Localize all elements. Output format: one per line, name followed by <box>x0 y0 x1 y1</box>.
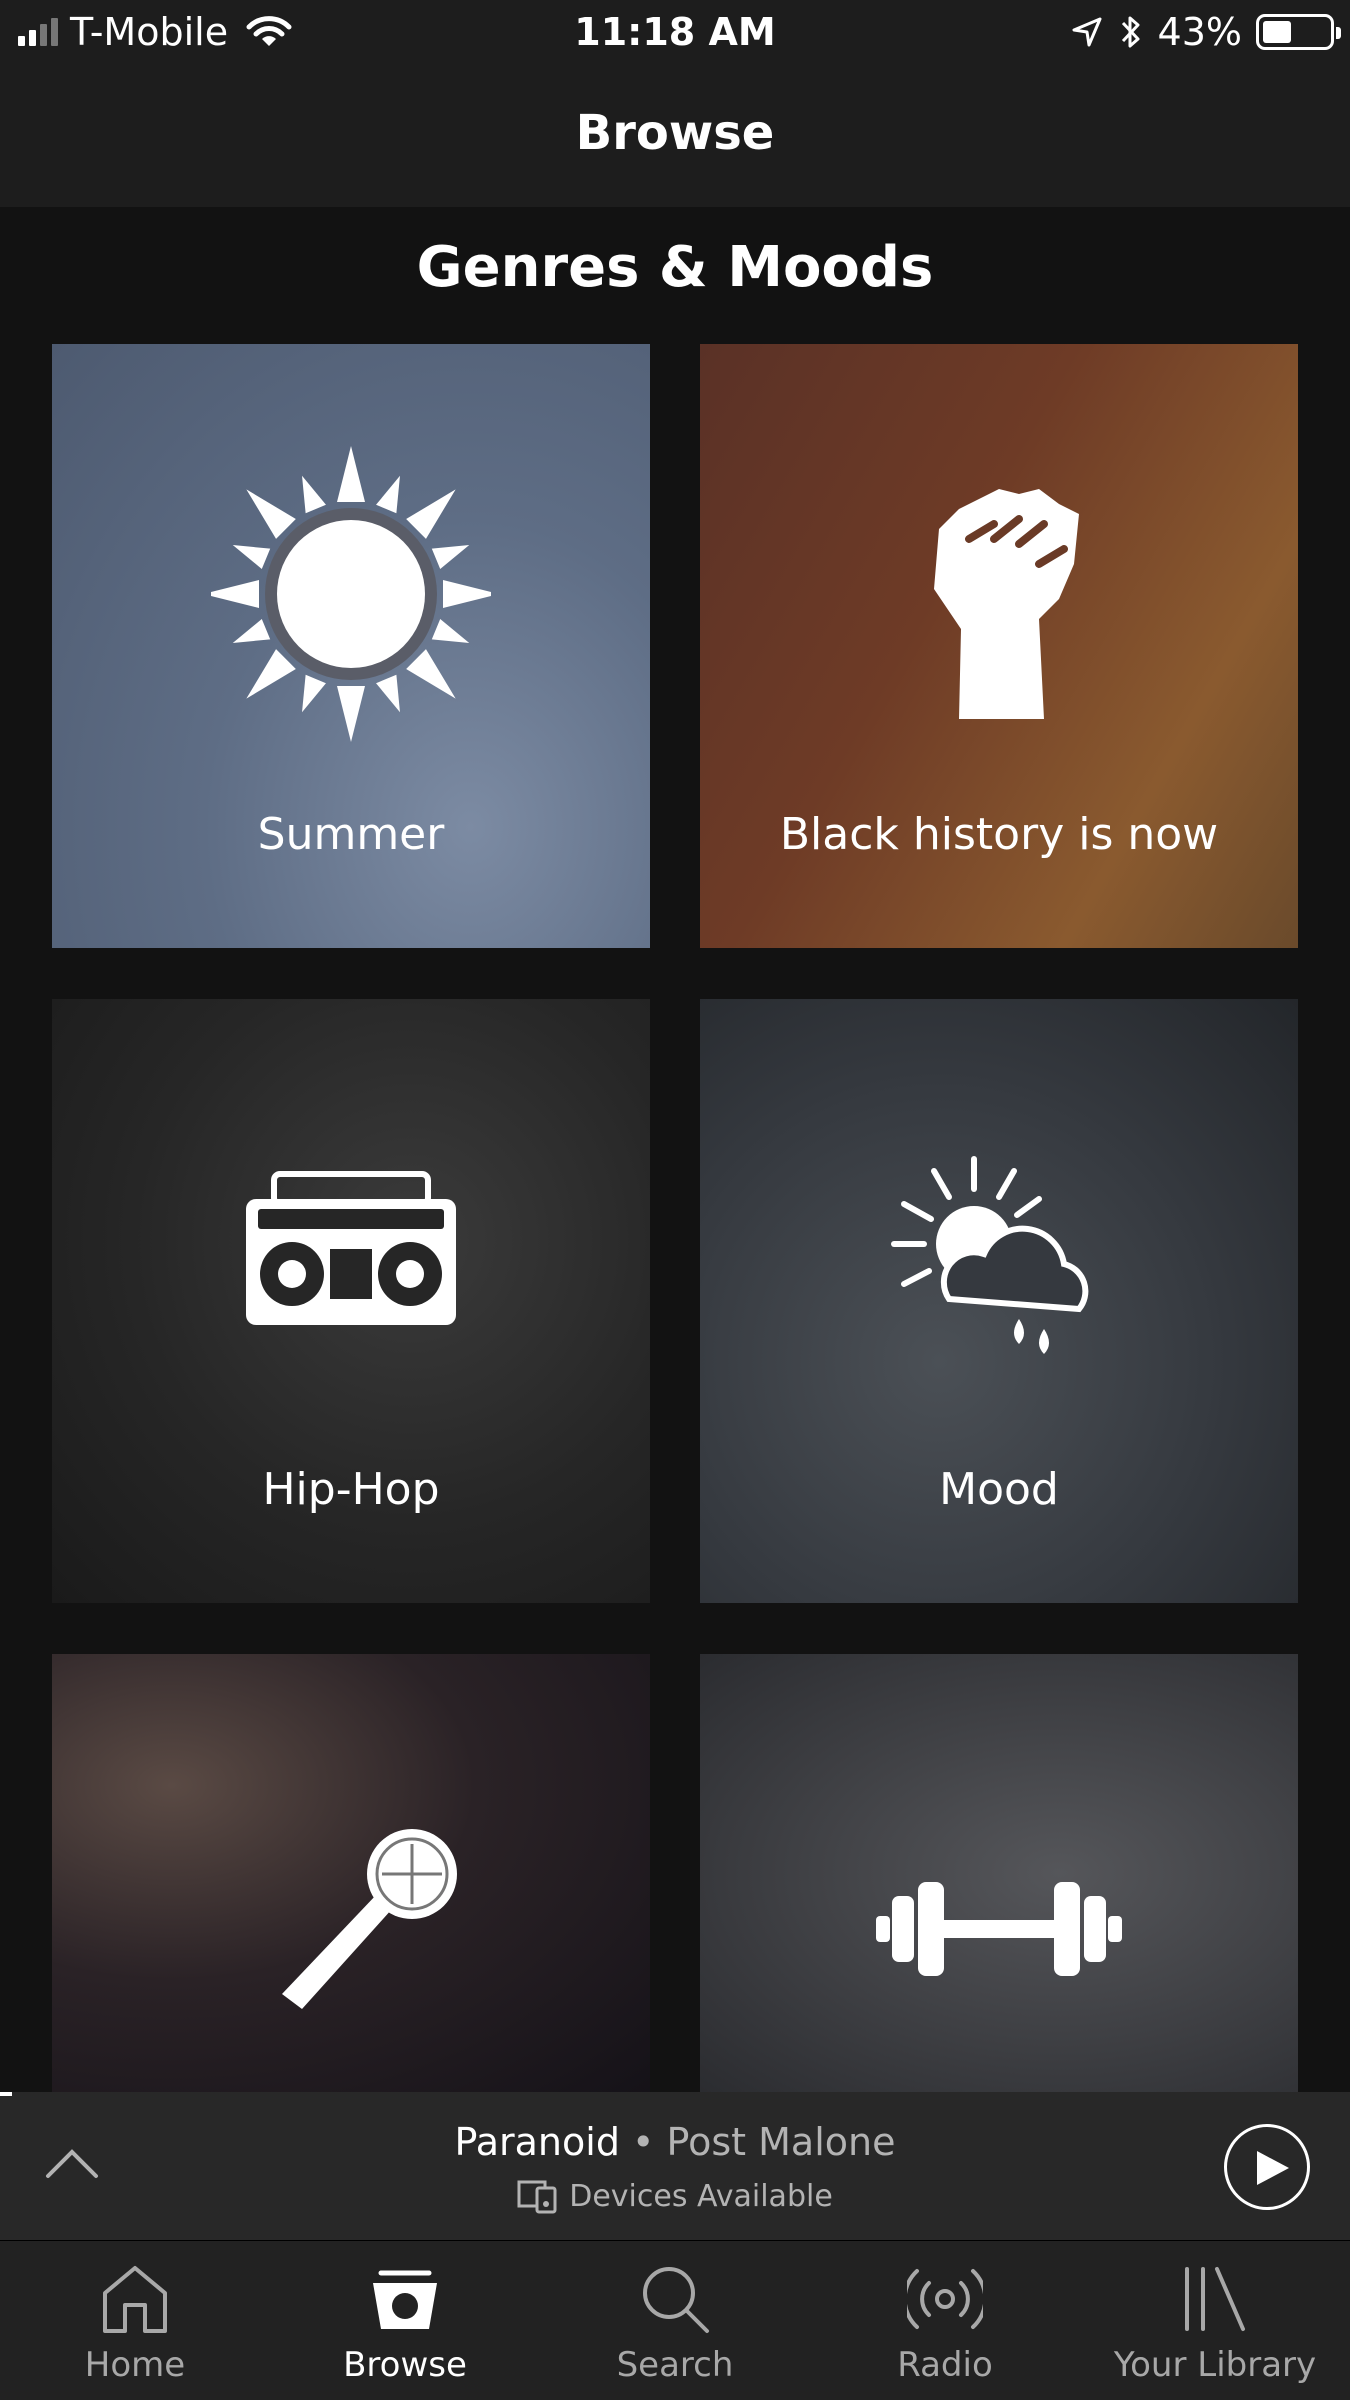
browse-icon <box>373 2270 437 2329</box>
battery-percent: 43% <box>1157 10 1242 54</box>
sun-cloud-rain-icon <box>891 1156 1089 1354</box>
tile-label: Summer <box>257 809 445 860</box>
tab-your-library[interactable]: Your Library <box>1080 2241 1350 2400</box>
tab-label: Search <box>616 2345 734 2385</box>
tab-label: Radio <box>897 2345 993 2385</box>
play-icon <box>1257 2151 1289 2185</box>
tab-radio[interactable]: Radio <box>810 2241 1080 2400</box>
tab-bar: Home Browse Search Radio Your Library <box>0 2240 1350 2400</box>
battery-icon <box>1256 14 1341 50</box>
page-title: Browse <box>575 105 775 161</box>
sun-ray <box>246 649 296 699</box>
tab-browse[interactable]: Browse <box>270 2241 540 2400</box>
tab-label: Browse <box>343 2345 467 2385</box>
devices-label: Devices Available <box>569 2178 833 2214</box>
sun-ray <box>302 475 326 514</box>
sun-ray <box>211 580 259 608</box>
status-right: 43% <box>1070 10 1341 54</box>
tile-black-history[interactable]: Black history is now <box>700 344 1298 948</box>
devices-available[interactable]: Devices Available <box>0 2178 1350 2214</box>
tile-label: Mood <box>939 1464 1059 1515</box>
home-icon <box>103 2266 167 2333</box>
track-name: Paranoid <box>454 2120 620 2164</box>
sun-ray <box>337 686 365 742</box>
sun-ray <box>431 545 470 569</box>
sun-ray <box>246 489 296 539</box>
microphone-icon <box>282 1829 457 2009</box>
battery-fill <box>1263 21 1291 43</box>
playback-progress <box>0 2092 12 2096</box>
tab-home[interactable]: Home <box>0 2241 270 2400</box>
tab-search[interactable]: Search <box>540 2241 810 2400</box>
tile-singer[interactable] <box>52 1654 650 2092</box>
sun-ray <box>406 649 456 699</box>
section-title: Genres & Moods <box>416 235 934 300</box>
tile-label: Hip-Hop <box>262 1464 440 1515</box>
dumbbell-icon <box>876 1882 1122 1976</box>
tile-hip-hop[interactable]: Hip-Hop <box>52 999 650 1603</box>
location-arrow-icon <box>1072 17 1102 47</box>
artist-name: Post Malone <box>666 2120 896 2164</box>
sun-icon <box>211 446 491 742</box>
sun-ray <box>431 619 470 643</box>
library-icon <box>1185 2267 1245 2331</box>
now-playing-bar[interactable]: Paranoid • Post Malone Devices Available <box>0 2092 1350 2240</box>
bluetooth-icon <box>1121 16 1140 48</box>
tile-label: Black history is now <box>779 809 1219 860</box>
boombox-icon <box>246 1171 456 1325</box>
tile-workout[interactable] <box>700 1654 1298 2092</box>
radio-icon <box>907 2269 983 2329</box>
devices-icon <box>517 2180 557 2214</box>
sun-ray <box>337 446 365 502</box>
tile-summer[interactable]: Summer <box>52 344 650 948</box>
sun-ray <box>443 580 491 608</box>
now-playing-title[interactable]: Paranoid • Post Malone <box>0 2120 1350 2164</box>
separator: • <box>619 2120 667 2164</box>
sun-ray <box>302 674 326 713</box>
tile-mood[interactable]: Mood <box>700 999 1298 1603</box>
sun-ray <box>406 489 456 539</box>
sun-ray <box>232 619 271 643</box>
sun-ray <box>376 674 400 713</box>
search-icon <box>643 2267 709 2333</box>
tab-label: Home <box>84 2345 186 2385</box>
play-button[interactable] <box>1224 2124 1310 2210</box>
sun-ray <box>232 545 271 569</box>
tab-label: Your Library <box>1113 2345 1317 2385</box>
top-header: T-Mobile 11:18 AM 43% Browse <box>0 0 1350 207</box>
raised-fist-icon <box>934 489 1079 719</box>
sun-ray <box>376 475 400 514</box>
status-bar: T-Mobile 11:18 AM 43% <box>0 0 1350 70</box>
